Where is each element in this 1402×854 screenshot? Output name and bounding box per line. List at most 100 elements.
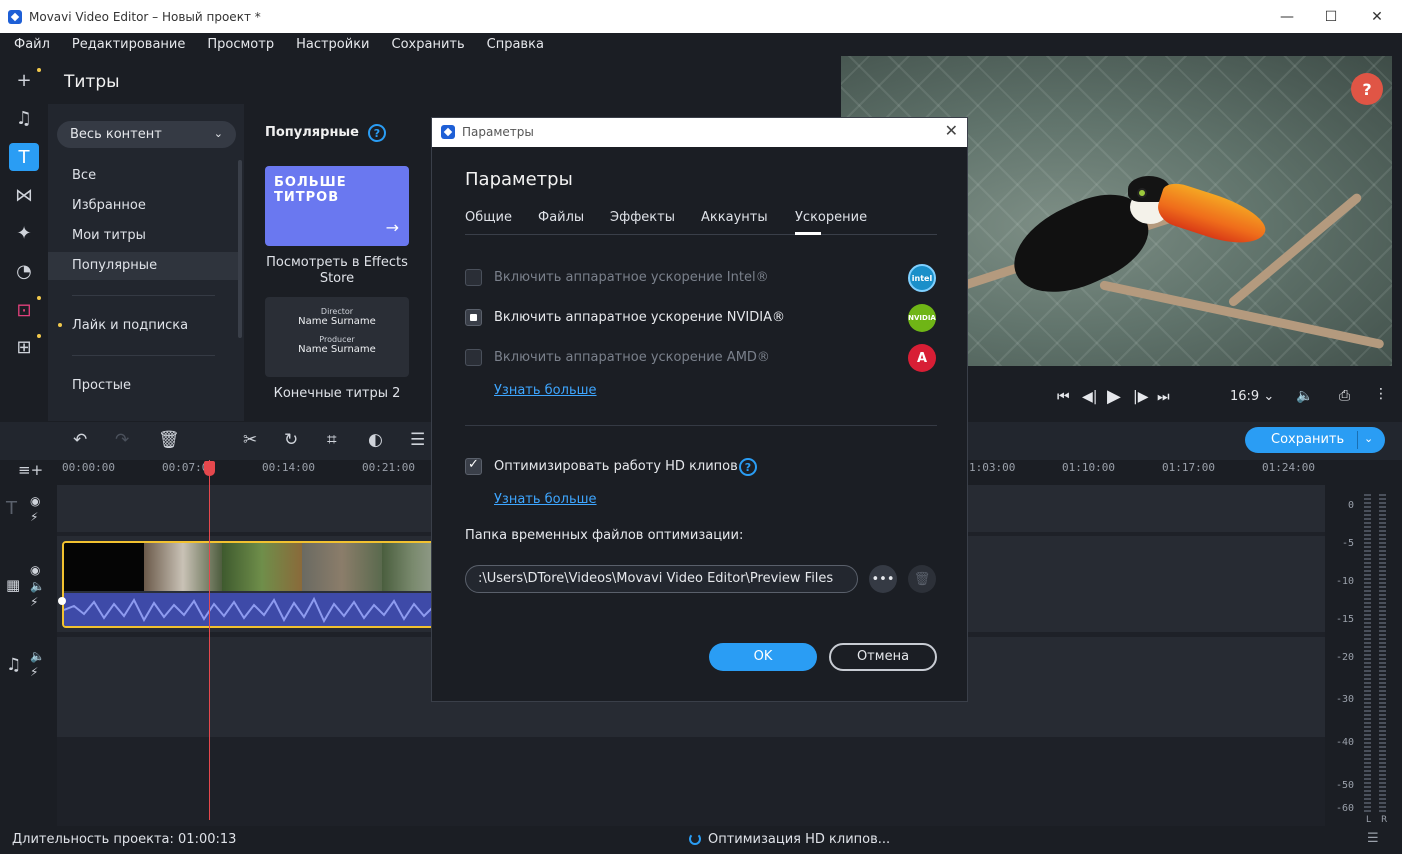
- chevron-down-icon[interactable]: ⌄: [1364, 432, 1373, 445]
- learn-more-link[interactable]: Узнать больше: [494, 383, 597, 398]
- speaker-icon[interactable]: 🔈: [30, 579, 45, 593]
- tab-accounts[interactable]: Аккаунты: [701, 210, 768, 225]
- tab-effects[interactable]: Эффекты: [610, 210, 675, 225]
- close-button[interactable]: ✕: [1354, 0, 1400, 33]
- play-icon[interactable]: ▶: [1107, 386, 1121, 407]
- intel-acceleration-label: Включить аппаратное ускорение Intel®: [494, 270, 769, 285]
- cancel-button[interactable]: Отмена: [829, 643, 937, 671]
- maximize-button[interactable]: ☐: [1308, 0, 1354, 33]
- category-like-subscribe[interactable]: Лайк и подписка: [72, 318, 188, 333]
- add-track-icon[interactable]: ≡+: [18, 461, 43, 479]
- eye-icon[interactable]: ◉: [30, 563, 40, 577]
- lock-icon[interactable]: ⚡: [30, 510, 38, 524]
- menu-bar: Файл Редактирование Просмотр Настройки С…: [0, 33, 1402, 56]
- temp-folder-path-field[interactable]: :\Users\DTore\Videos\Movavi Video Editor…: [465, 565, 858, 593]
- category-favorites[interactable]: Избранное: [72, 198, 146, 213]
- titles-icon[interactable]: T: [9, 143, 39, 171]
- menu-edit[interactable]: Редактирование: [72, 37, 185, 52]
- meter-label: -60: [1335, 803, 1354, 814]
- category-popular[interactable]: Популярные: [72, 258, 157, 273]
- end-credits-card[interactable]: Director Name Surname Producer Name Surn…: [265, 297, 409, 377]
- tick-label: 01:10:00: [1062, 461, 1115, 474]
- transitions-icon[interactable]: ⋈: [9, 181, 39, 209]
- meter-label: -5: [1341, 538, 1354, 549]
- browse-button[interactable]: •••: [869, 565, 897, 593]
- more-tools-icon[interactable]: ⊞: [9, 333, 39, 361]
- credit-role: Producer: [319, 335, 355, 344]
- tab-divider: [465, 234, 937, 235]
- learn-more-link[interactable]: Узнать больше: [494, 492, 597, 507]
- playhead-handle[interactable]: [204, 461, 215, 476]
- stickers-icon[interactable]: ◔: [9, 257, 39, 285]
- undo-icon[interactable]: ↶: [73, 430, 87, 450]
- music-icon[interactable]: ♫: [9, 104, 39, 132]
- clip-handle[interactable]: [58, 597, 66, 605]
- menu-file[interactable]: Файл: [14, 37, 50, 52]
- category-simple[interactable]: Простые: [72, 378, 131, 393]
- movavi-window: Movavi Video Editor – Новый проект * — ☐…: [0, 0, 1402, 854]
- section-title: Популярные: [265, 125, 359, 140]
- minimize-button[interactable]: —: [1264, 0, 1310, 33]
- category-all[interactable]: Все: [72, 168, 96, 183]
- more-titles-card[interactable]: БОЛЬШЕ ТИТРОВ →: [265, 166, 409, 246]
- tick-label: 01:17:00: [1162, 461, 1215, 474]
- category-scrollbar[interactable]: [238, 160, 242, 338]
- optimize-hd-checkbox[interactable]: ✓: [465, 457, 482, 475]
- meter-settings-icon[interactable]: ☰: [1367, 831, 1379, 846]
- status-bar: Длительность проекта: 01:00:13 Оптимизац…: [0, 826, 1402, 854]
- help-icon[interactable]: ?: [368, 124, 386, 142]
- chevron-down-icon: ⌄: [213, 127, 223, 140]
- eye-icon[interactable]: ◉: [30, 494, 40, 508]
- crop-icon[interactable]: ⌗: [327, 430, 337, 450]
- tab-files[interactable]: Файлы: [538, 210, 584, 225]
- skip-start-icon[interactable]: ⏮: [1057, 389, 1070, 405]
- tick-label: 00:21:00: [362, 461, 415, 474]
- nvidia-acceleration-checkbox[interactable]: [465, 309, 482, 326]
- menu-view[interactable]: Просмотр: [207, 37, 274, 52]
- clip-properties-icon[interactable]: ☰: [410, 430, 425, 450]
- meter-label: -50: [1335, 780, 1354, 791]
- intel-acceleration-checkbox[interactable]: [465, 269, 482, 286]
- menu-settings[interactable]: Настройки: [296, 37, 369, 52]
- help-icon[interactable]: ?: [1351, 73, 1383, 105]
- tool-rail: + ♫ T ⋈ ✦ ◔ ⊡ ⊞: [0, 56, 48, 421]
- volume-icon[interactable]: 🔈: [1296, 388, 1313, 404]
- plus-icon[interactable]: +: [9, 66, 39, 94]
- end-credits-caption: Конечные титры 2: [273, 386, 401, 401]
- save-button[interactable]: Сохранить ⌄: [1245, 427, 1385, 453]
- more-options-icon[interactable]: ⋮: [1374, 386, 1388, 402]
- clip-thumbnail: [222, 543, 302, 591]
- store-icon[interactable]: ⊡: [9, 296, 39, 324]
- delete-icon[interactable]: 🗑: [158, 430, 180, 450]
- next-frame-icon[interactable]: |▶: [1133, 389, 1148, 405]
- rotate-icon[interactable]: ↻: [284, 430, 298, 450]
- cut-icon[interactable]: ✂: [243, 430, 257, 450]
- lock-icon[interactable]: ⚡: [30, 665, 38, 679]
- project-duration: Длительность проекта: 01:00:13: [12, 832, 237, 847]
- speaker-icon[interactable]: 🔈: [30, 649, 45, 663]
- content-filter-dropdown[interactable]: Весь контент ⌄: [57, 121, 236, 148]
- help-icon[interactable]: ?: [739, 458, 757, 476]
- credit-role: Director: [320, 307, 354, 316]
- close-icon[interactable]: ✕: [945, 121, 958, 140]
- meter-label: -40: [1335, 737, 1354, 748]
- menu-save[interactable]: Сохранить: [392, 37, 465, 52]
- menu-help[interactable]: Справка: [487, 37, 544, 52]
- panel-header: [48, 56, 831, 104]
- active-tab-indicator: [795, 232, 821, 235]
- snapshot-icon[interactable]: ⎙: [1339, 388, 1350, 404]
- tab-acceleration[interactable]: Ускорение: [795, 210, 867, 225]
- credit-name: Name Surname: [298, 316, 376, 327]
- music-track-icon: ♫: [6, 655, 22, 675]
- tab-general[interactable]: Общие: [465, 210, 512, 225]
- video-clip[interactable]: [62, 541, 442, 628]
- amd-acceleration-checkbox[interactable]: [465, 349, 482, 366]
- color-adjust-icon[interactable]: ◐: [368, 430, 383, 450]
- category-my-titles[interactable]: Мои титры: [72, 228, 146, 243]
- aspect-ratio-select[interactable]: 16:9 ⌄: [1230, 389, 1274, 404]
- skip-end-icon[interactable]: ⏭: [1157, 389, 1170, 405]
- filters-icon[interactable]: ✦: [9, 219, 39, 247]
- ok-button[interactable]: OK: [709, 643, 817, 671]
- lock-icon[interactable]: ⚡: [30, 595, 38, 609]
- prev-frame-icon[interactable]: ◀|: [1082, 389, 1097, 405]
